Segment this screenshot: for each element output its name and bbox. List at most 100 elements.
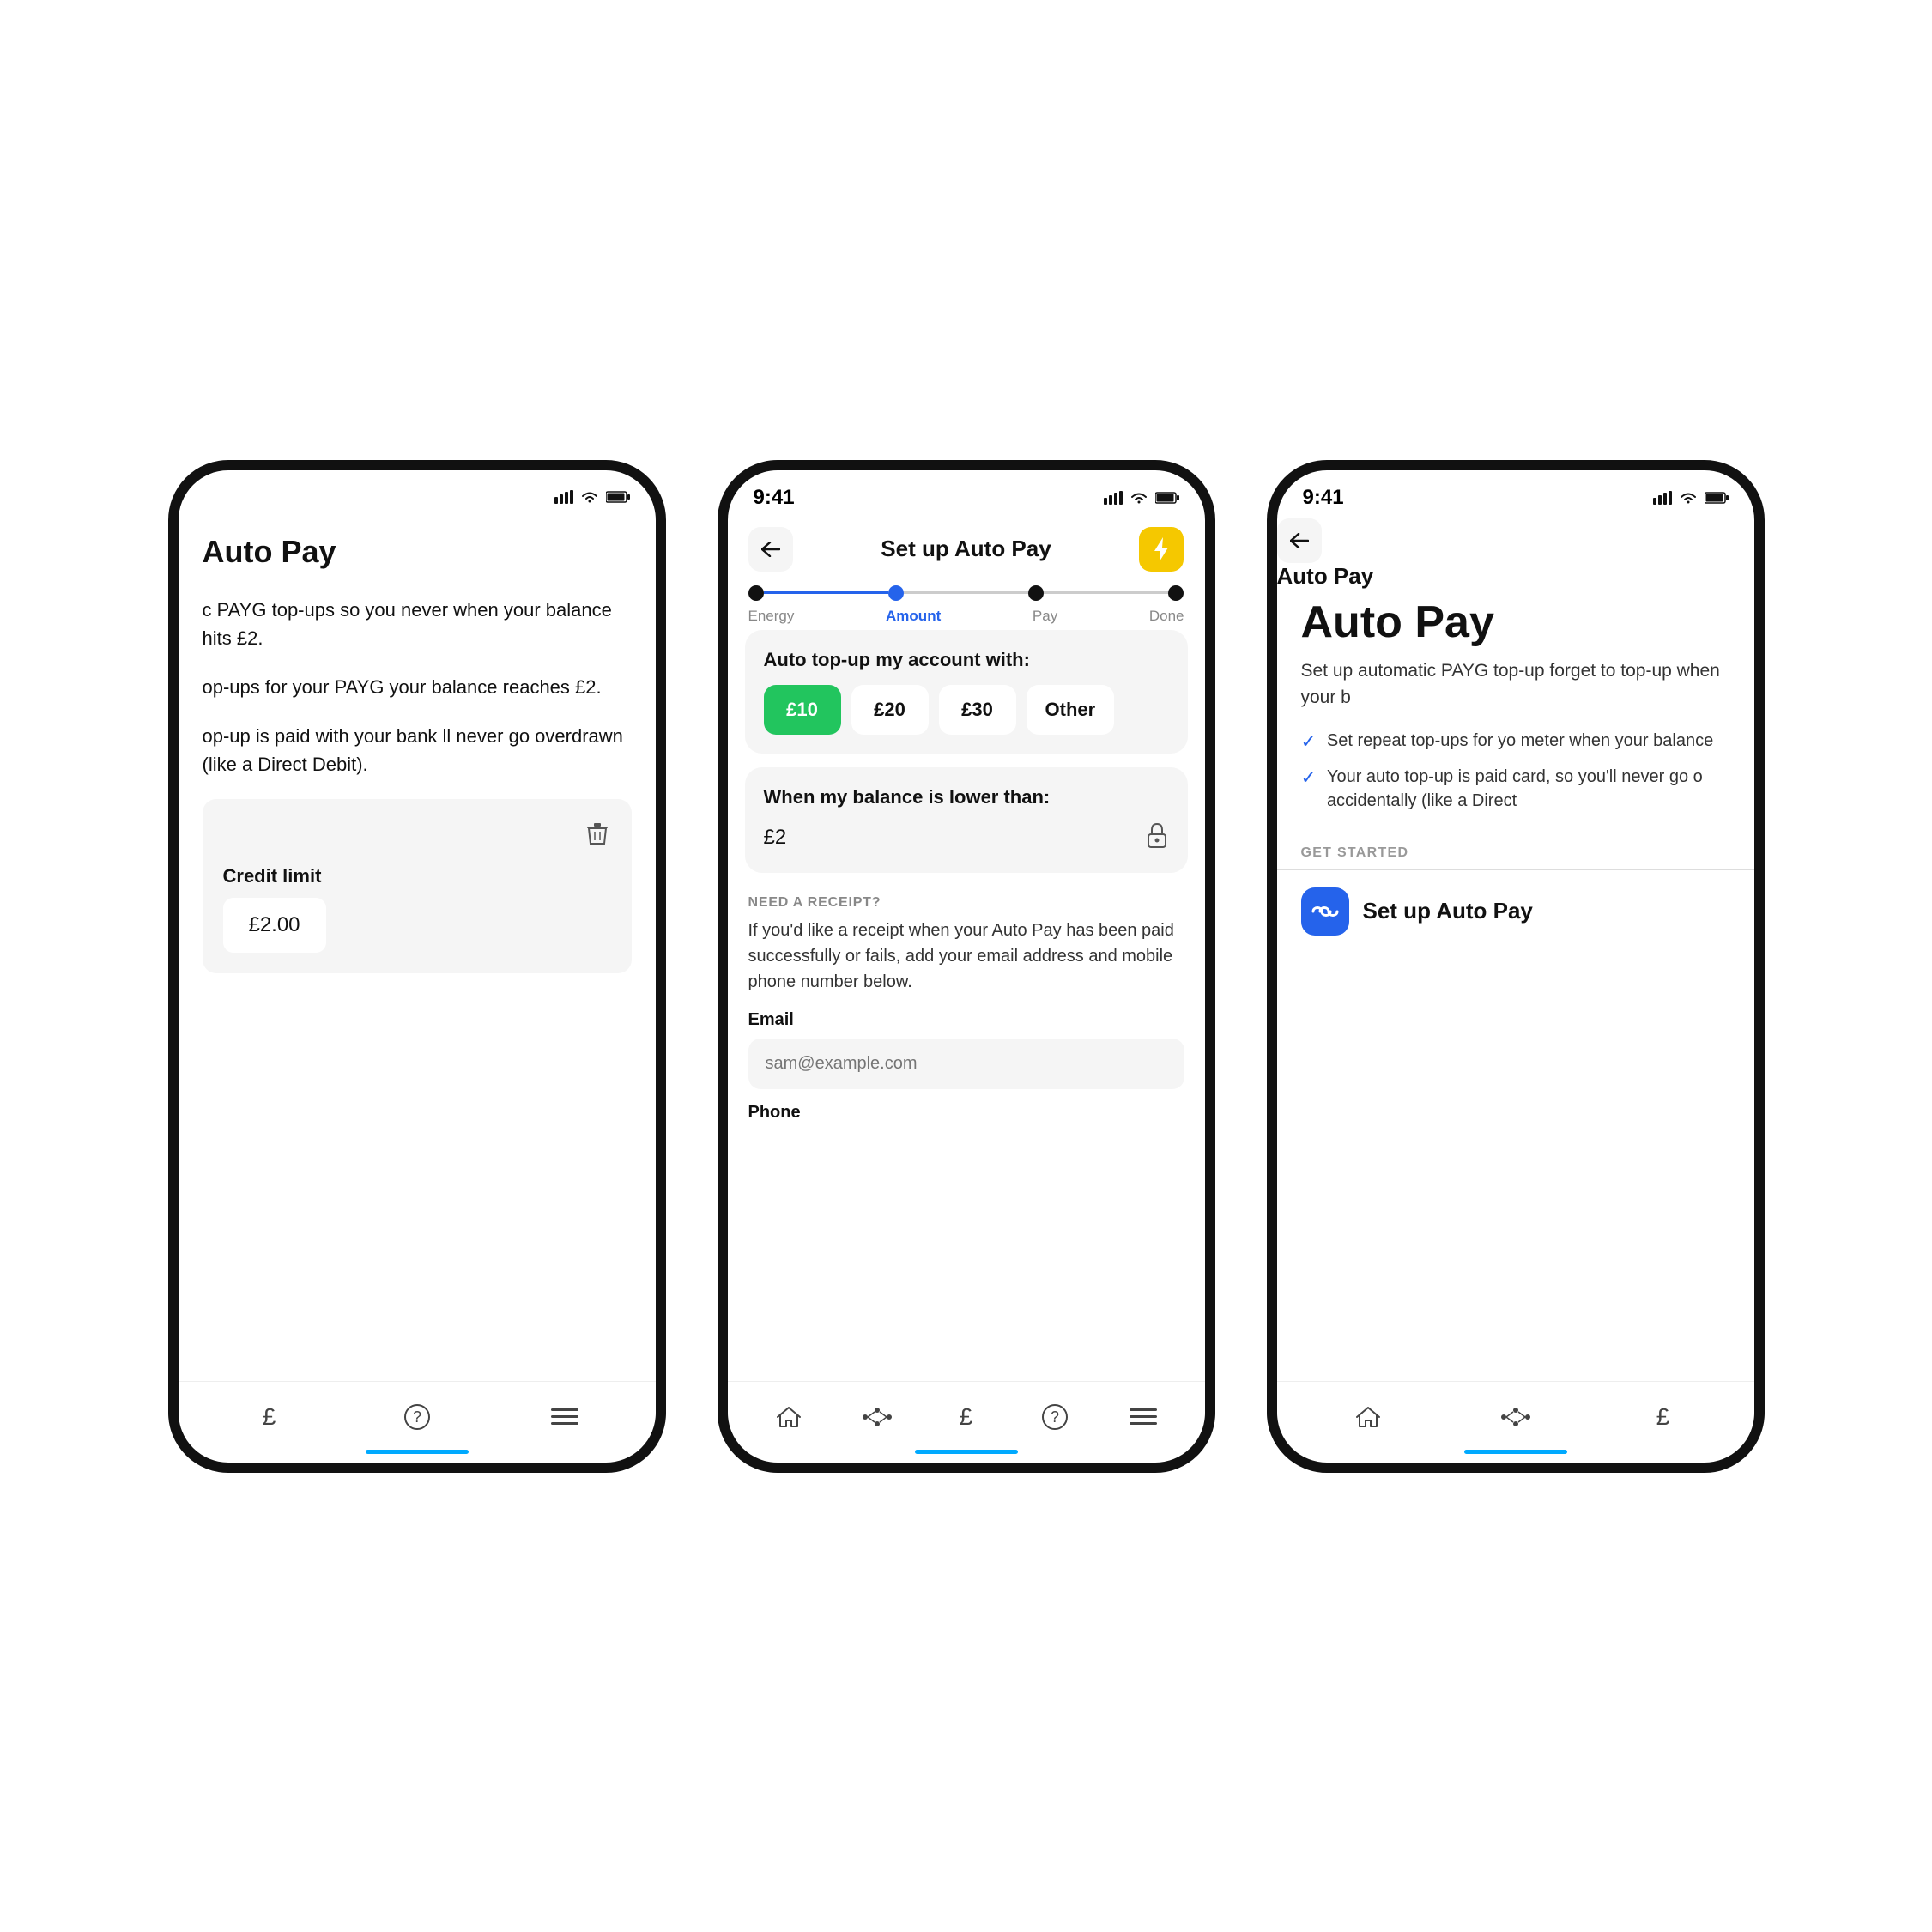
right-screen-header: Auto Pay [1277,518,1754,590]
nav-icon-connections-center[interactable] [856,1396,899,1438]
check-item-1: ✓ Set repeat top-ups for yo meter when y… [1301,729,1730,753]
nav-icon-connections-right[interactable] [1494,1396,1537,1438]
phone-center: 9:41 [718,460,1215,1473]
setup-auto-pay-button[interactable]: Set up Auto Pay [1277,887,1754,936]
signal-icon-center [1104,491,1123,505]
trash-icon-wrap [223,820,611,851]
amount-btn-30[interactable]: £30 [939,685,1016,735]
status-time-center: 9:41 [754,486,795,510]
left-screen: Auto Pay c PAYG top-ups so you never whe… [179,517,656,1463]
step-line-2 [904,591,1028,594]
email-input[interactable] [748,1039,1184,1089]
step-label-done: Done [1149,608,1184,625]
email-field-label: Email [748,1010,1184,1030]
wifi-icon-right [1679,491,1698,505]
amount-card-title: Auto top-up my account with: [764,649,1169,671]
nav-icon-menu-left[interactable] [543,1396,586,1438]
check-text-2: Your auto top-up is paid card, so you'll… [1327,765,1730,813]
receipt-label: NEED A RECEIPT? [748,895,1184,911]
back-button-center[interactable] [748,527,793,572]
step-label-amount: Amount [886,608,941,625]
step-dot-1 [748,585,764,601]
phone-left: 9:41 Auto Pay c PAYG top-ups so y [168,460,666,1473]
amount-btn-10[interactable]: £10 [764,685,841,735]
setup-btn-text: Set up Auto Pay [1363,898,1533,924]
receipt-text: If you'd like a receipt when your Auto P… [748,918,1184,995]
nav-icon-menu-center[interactable] [1122,1396,1165,1438]
right-auto-pay-title: Auto Pay [1277,590,1754,657]
left-body-text-3: op-up is paid with your bank ll never go… [203,722,632,778]
status-bar-center: 9:41 [728,470,1205,518]
check-mark-2: ✓ [1301,766,1317,789]
status-icons-left [554,490,630,504]
get-started-label: GET STARTED [1277,845,1754,869]
nav-icon-help-center[interactable]: ? [1033,1396,1076,1438]
divider [1277,869,1754,870]
credit-limit-section: Credit limit £2.00 [203,799,632,973]
credit-limit-label: Credit limit [223,865,611,887]
status-icons-center [1104,491,1179,505]
amount-btn-other[interactable]: Other [1027,685,1115,735]
check-mark-1: ✓ [1301,730,1317,753]
signal-icon-right [1653,491,1672,505]
svg-text:?: ? [1051,1408,1059,1426]
right-screen-title: Auto Pay [1277,563,1754,590]
left-body-text-2: op-ups for your PAYG your balance reache… [203,673,632,701]
step-dot-4 [1168,585,1184,601]
left-page-title: Auto Pay [203,534,632,570]
status-bar-right: 9:41 [1277,470,1754,518]
step-dot-3 [1028,585,1044,601]
nav-icon-help-left[interactable]: ? [396,1396,439,1438]
check-item-2: ✓ Your auto top-up is paid card, so you'… [1301,765,1730,813]
step-dot-2 [888,585,904,601]
wifi-icon-center [1130,491,1148,505]
trash-icon[interactable] [584,820,611,851]
step-label-pay: Pay [1033,608,1057,625]
center-screen-header: Set up Auto Pay [728,518,1205,585]
step-line-3 [1044,591,1168,594]
status-time-right: 9:41 [1303,486,1344,510]
battery-icon-left [606,491,630,503]
step-line-1 [764,591,888,594]
bottom-nav-center: £ ? [728,1381,1205,1463]
amount-card: Auto top-up my account with: £10 £20 £30… [745,630,1188,754]
right-description: Set up automatic PAYG top-up forget to t… [1277,657,1754,712]
nav-icon-home-center[interactable] [767,1396,810,1438]
status-icons-right [1653,491,1729,505]
check-text-1: Set repeat top-ups for yo meter when you… [1327,729,1713,753]
stepper: Energy Amount Pay Done [728,585,1205,630]
center-screen: Set up Auto Pay Energy Amount Pay [728,518,1205,1381]
balance-card-title: When my balance is lower than: [764,786,1169,809]
amount-options: £10 £20 £30 Other [764,685,1169,735]
bottom-nav-left: £ ? [179,1381,656,1463]
bottom-nav-right: £ [1277,1381,1754,1463]
receipt-section: NEED A RECEIPT? If you'd like a receipt … [728,887,1205,1145]
left-content: Auto Pay c PAYG top-ups so you never whe… [179,517,656,1381]
phone-right: 9:41 [1267,460,1765,1473]
nav-icon-pound-right[interactable]: £ [1642,1396,1685,1438]
step-label-energy: Energy [748,608,795,625]
lightning-button[interactable] [1139,527,1184,572]
nav-icon-home-right[interactable] [1347,1396,1390,1438]
balance-row: £2 [764,822,1169,854]
signal-icon-left [554,490,573,504]
credit-limit-value: £2.00 [223,898,326,953]
balance-card: When my balance is lower than: £2 [745,767,1188,873]
phone-field-label: Phone [748,1103,1184,1123]
stepper-labels: Energy Amount Pay Done [748,608,1184,625]
amount-btn-20[interactable]: £20 [851,685,929,735]
right-screen: Auto Pay Auto Pay Set up automatic PAYG … [1277,518,1754,1381]
left-body-text-1: c PAYG top-ups so you never when your ba… [203,596,632,652]
nav-icon-pound-left[interactable]: £ [248,1396,291,1438]
battery-icon-right [1705,492,1729,504]
balance-value: £2 [764,826,787,850]
nav-icon-meter-center[interactable]: £ [944,1396,987,1438]
wifi-icon-left [580,490,599,504]
battery-icon-center [1155,492,1179,504]
center-screen-title: Set up Auto Pay [881,536,1051,562]
right-checklist: ✓ Set repeat top-ups for yo meter when y… [1277,729,1754,825]
status-bar-left: 9:41 [179,470,656,517]
lock-icon [1145,822,1169,854]
back-button-right[interactable] [1277,518,1322,563]
svg-text:?: ? [412,1408,421,1426]
